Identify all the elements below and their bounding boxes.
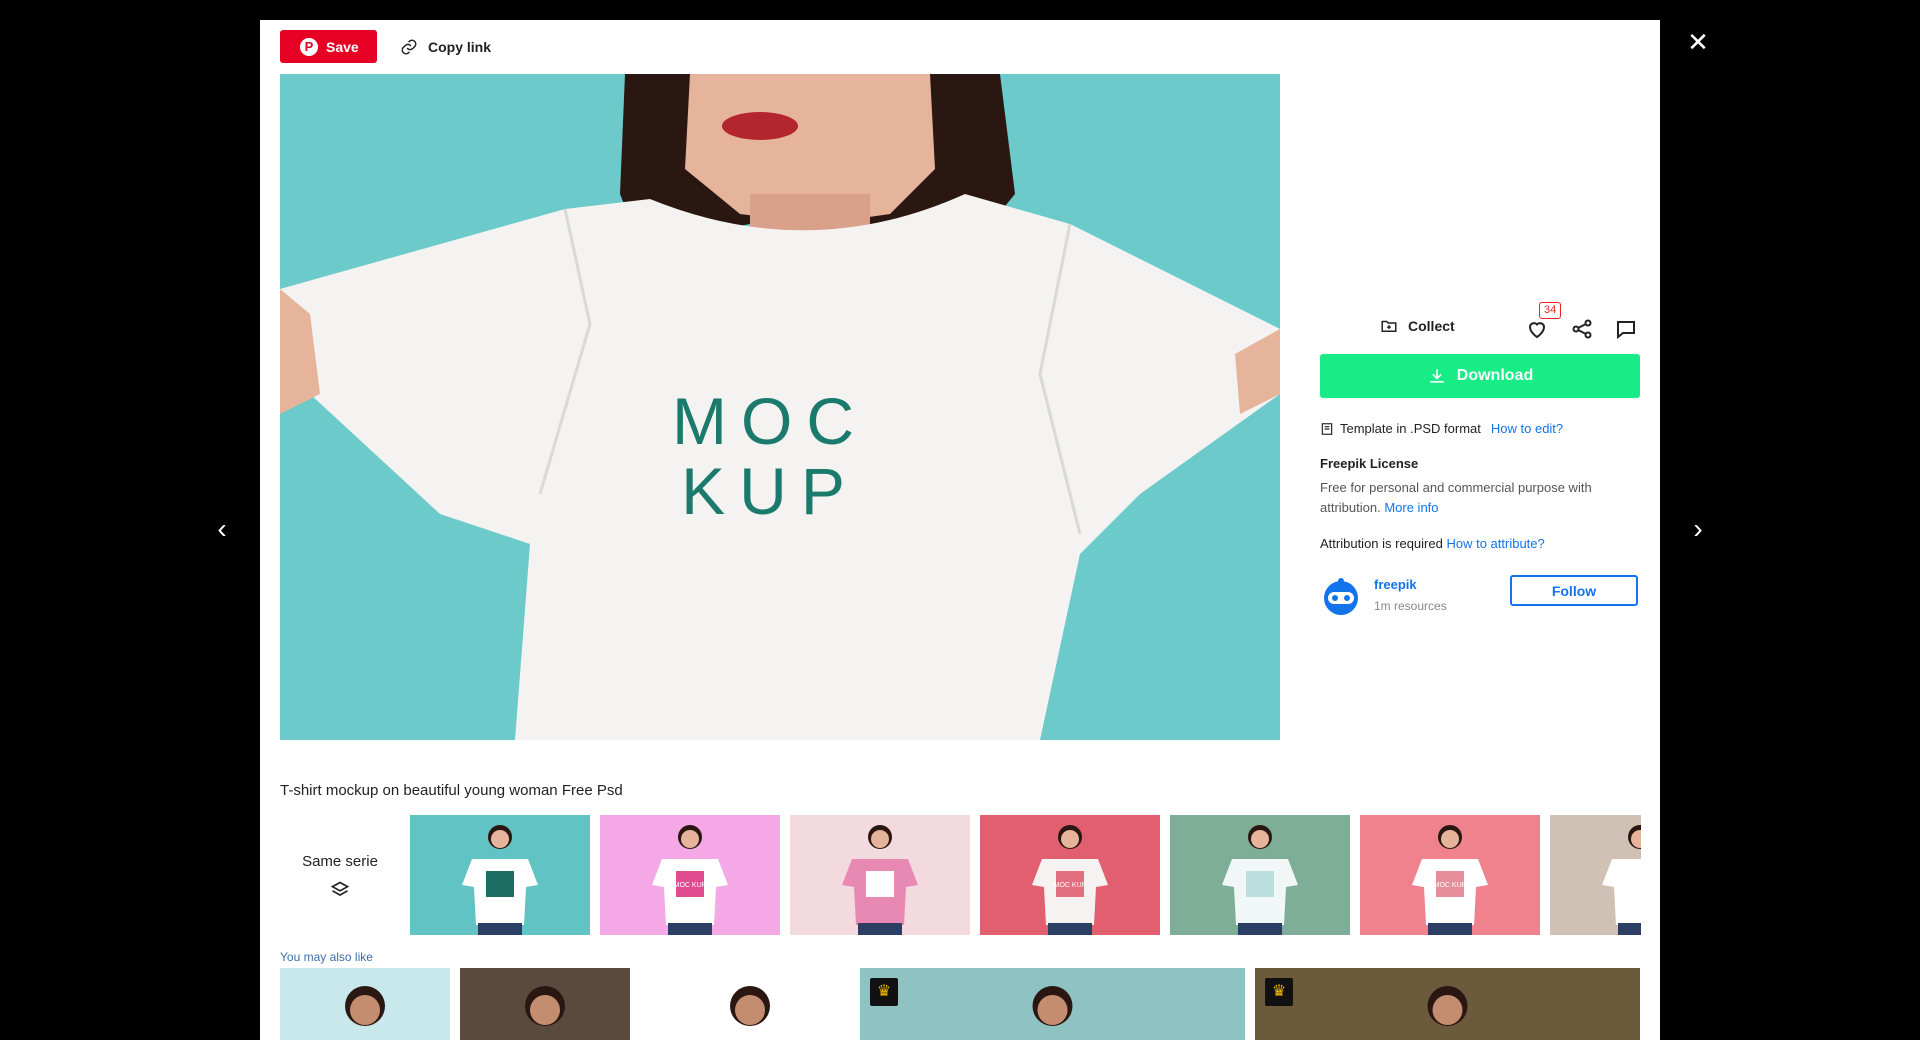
- license-title: Freepik License: [1320, 456, 1419, 471]
- collect-label: Collect: [1408, 318, 1455, 334]
- copy-link-button[interactable]: Copy link: [400, 38, 491, 56]
- next-arrow-icon[interactable]: ›: [1683, 514, 1713, 544]
- thumbnail-print-text: MOC KUP: [1054, 882, 1087, 889]
- collect-folder-icon: [1381, 320, 1397, 332]
- resource-title: T-shirt mockup on beautiful young woman …: [280, 782, 623, 799]
- shirt-print-line1: MOC: [672, 384, 868, 458]
- freepik-avatar[interactable]: [1320, 575, 1362, 617]
- author-block: freepik 1m resources Follow: [1320, 575, 1640, 619]
- serie-thumbnail[interactable]: [410, 815, 590, 935]
- license-text: Free for personal and commercial purpose…: [1320, 480, 1592, 515]
- download-icon: [1430, 369, 1444, 383]
- serie-thumbnail[interactable]: [790, 815, 970, 935]
- heart-icon[interactable]: [1525, 317, 1549, 341]
- same-serie-link[interactable]: Same serie: [280, 815, 400, 935]
- follow-button[interactable]: Follow: [1510, 575, 1638, 606]
- serie-thumbnail[interactable]: MOC KUP: [1360, 815, 1540, 935]
- share-icon[interactable]: [1570, 317, 1594, 341]
- attribution-text: Attribution is required: [1320, 536, 1443, 551]
- thumbnail-print-text: MOC KUP: [674, 882, 707, 889]
- attribution-row: Attribution is required How to attribute…: [1320, 536, 1545, 551]
- serie-thumbnail[interactable]: MOC KUP: [600, 815, 780, 935]
- layers-icon: [330, 881, 350, 896]
- related-resource-card[interactable]: ♛: [860, 968, 1245, 1040]
- resource-actions: Collect 34: [1320, 302, 1640, 347]
- license-description: Free for personal and commercial purpose…: [1320, 478, 1620, 518]
- resource-preview-image[interactable]: MOC KUP: [280, 74, 1280, 740]
- pinterest-icon: P: [300, 37, 318, 56]
- serie-thumbnail[interactable]: [1170, 815, 1350, 935]
- previous-arrow-icon[interactable]: ‹: [207, 514, 237, 544]
- close-icon[interactable]: ✕: [1684, 28, 1712, 56]
- collect-button[interactable]: Collect: [1380, 317, 1455, 335]
- related-resource-card[interactable]: ♛: [1255, 968, 1640, 1040]
- premium-crown-icon: ♛: [870, 978, 898, 1006]
- more-info-link[interactable]: More info: [1384, 500, 1438, 515]
- pinterest-save-label: Save: [326, 38, 359, 55]
- same-serie-label: Same serie: [302, 853, 378, 870]
- how-to-edit-link[interactable]: How to edit?: [1491, 421, 1563, 436]
- related-resource-card[interactable]: [650, 968, 850, 1040]
- file-icon: [1321, 422, 1333, 435]
- serie-thumbnail[interactable]: [1550, 815, 1641, 935]
- comment-icon[interactable]: [1614, 317, 1638, 341]
- author-resources: 1m resources: [1374, 599, 1447, 613]
- format-text: Template in .PSD format: [1340, 421, 1481, 436]
- same-serie-thumbnails: MOC KUP MOC KUP MOC KUP: [410, 815, 1641, 935]
- how-to-attribute-link[interactable]: How to attribute?: [1446, 536, 1544, 551]
- link-icon: [401, 39, 417, 55]
- pinterest-save-button[interactable]: P Save: [280, 30, 377, 63]
- thumbnail-print-text: MOC KUP: [1434, 882, 1467, 889]
- you-may-also-like-heading: You may also like: [280, 950, 373, 964]
- premium-crown-icon: ♛: [1265, 978, 1293, 1006]
- download-label: Download: [1456, 367, 1534, 384]
- related-resource-card[interactable]: [460, 968, 630, 1040]
- resource-modal: P Save Copy link MOC KUP Collect 34 Down…: [260, 20, 1660, 1040]
- format-row: Template in .PSD format How to edit?: [1320, 421, 1563, 436]
- serie-thumbnail[interactable]: MOC KUP: [980, 815, 1160, 935]
- shirt-print-line2: KUP: [681, 454, 859, 528]
- download-button[interactable]: Download: [1320, 354, 1640, 398]
- related-resource-card[interactable]: [280, 968, 450, 1040]
- copy-link-label: Copy link: [428, 39, 492, 55]
- author-name[interactable]: freepik: [1374, 577, 1417, 592]
